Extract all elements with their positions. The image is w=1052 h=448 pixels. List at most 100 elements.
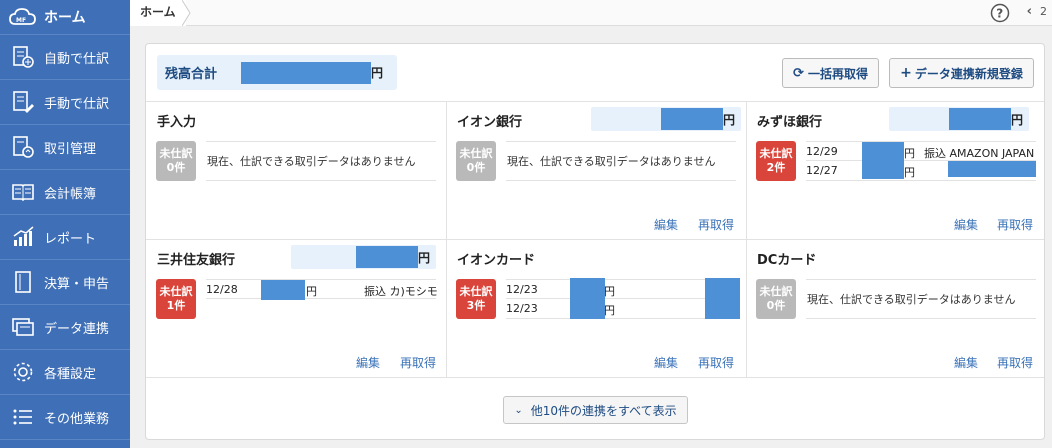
sidebar-home-label: ホーム bbox=[44, 10, 86, 26]
sidebar-item-report[interactable]: レポート bbox=[0, 215, 130, 260]
sidebar-item-label: データ連携 bbox=[44, 321, 110, 337]
empty-message: 現在、仕訳できる取引データはありません bbox=[206, 141, 436, 181]
badge-label: 未仕訳 bbox=[459, 285, 493, 298]
transaction-row[interactable]: 12/27 円 bbox=[806, 159, 1036, 181]
account-balance: 円 bbox=[591, 107, 741, 131]
yen-unit: 円 bbox=[306, 285, 317, 298]
sidebar-item-transactions[interactable]: 取引管理 bbox=[0, 125, 130, 170]
badge-label: 未仕訳 bbox=[759, 147, 793, 160]
yen-unit: 円 bbox=[904, 166, 915, 179]
tx-date: 12/27 bbox=[806, 164, 838, 177]
new-data-link-button[interactable]: + データ連携新規登録 bbox=[889, 58, 1034, 88]
yen-unit: 円 bbox=[604, 285, 615, 298]
ledger-icon bbox=[10, 179, 36, 205]
transaction-row[interactable]: 12/23 円 bbox=[506, 279, 736, 299]
unjournaled-badge[interactable]: 未仕訳 0件 bbox=[756, 279, 796, 319]
redacted-amount bbox=[660, 108, 723, 130]
sidebar-item-label: 決算・申告 bbox=[44, 276, 110, 292]
account-title: DCカード bbox=[757, 253, 817, 268]
account-card-manual: 手入力 未仕訳 0件 現在、仕訳できる取引データはありません bbox=[146, 101, 446, 239]
settlement-icon bbox=[10, 269, 36, 295]
badge-count: 0件 bbox=[466, 161, 486, 174]
redacted-amount bbox=[261, 280, 305, 300]
breadcrumb[interactable]: ホーム bbox=[130, 0, 186, 26]
refetch-link[interactable]: 再取得 bbox=[698, 354, 734, 371]
tx-date: 12/28 bbox=[206, 283, 238, 296]
unjournaled-badge[interactable]: 未仕訳 2件 bbox=[756, 141, 796, 181]
account-card-aeon-card: イオンカード 未仕訳 3件 12/23 円 12/23 円 編集 再取得 bbox=[446, 239, 746, 377]
refetch-link[interactable]: 再取得 bbox=[997, 216, 1033, 233]
account-panel: 残高合計 円 ⟳ 一括再取得 + データ連携新規登録 手入力 未仕訳 0件 現在… bbox=[145, 43, 1045, 440]
show-all-links-label: 他10件の連携をすべて表示 bbox=[530, 403, 677, 418]
refresh-all-button[interactable]: ⟳ 一括再取得 bbox=[782, 58, 879, 88]
sidebar-item-data-link[interactable]: データ連携 bbox=[0, 305, 130, 350]
data-link-icon bbox=[10, 314, 36, 340]
total-balance: 残高合計 円 bbox=[157, 55, 397, 90]
edit-link[interactable]: 編集 bbox=[356, 354, 380, 371]
sidebar-item-settlement[interactable]: 決算・申告 bbox=[0, 260, 130, 305]
total-balance-label: 残高合計 bbox=[165, 67, 218, 82]
edit-link[interactable]: 編集 bbox=[654, 216, 678, 233]
topbar-nav-text: 2 bbox=[1040, 5, 1047, 18]
refresh-all-label: 一括再取得 bbox=[807, 66, 868, 81]
chevron-left-icon[interactable]: ‹ bbox=[1027, 4, 1032, 19]
yen-unit: 円 bbox=[1010, 112, 1023, 127]
transaction-row[interactable]: 12/29 円 振込 AMAZON JAPAN bbox=[806, 141, 1036, 162]
refetch-link[interactable]: 再取得 bbox=[400, 354, 436, 371]
badge-label: 未仕訳 bbox=[159, 147, 193, 160]
sidebar-item-ledger[interactable]: 会計帳簿 bbox=[0, 170, 130, 215]
sidebar-item-manual-journal[interactable]: 手動で仕訳 bbox=[0, 80, 130, 125]
redacted-amount bbox=[862, 159, 904, 179]
badge-count: 3件 bbox=[466, 299, 486, 312]
transaction-icon bbox=[10, 134, 36, 160]
sidebar-item-other[interactable]: その他業務 bbox=[0, 395, 130, 440]
sidebar-item-label: 手動で仕訳 bbox=[44, 96, 110, 112]
edit-link[interactable]: 編集 bbox=[654, 354, 678, 371]
badge-count: 0件 bbox=[766, 299, 786, 312]
account-title: イオン銀行 bbox=[457, 115, 523, 130]
sidebar-item-settings[interactable]: 各種設定 bbox=[0, 350, 130, 395]
badge-count: 0件 bbox=[166, 161, 186, 174]
transaction-row[interactable]: 12/28 円 振込 カ)モシモ bbox=[206, 279, 438, 300]
unjournaled-badge[interactable]: 未仕訳 0件 bbox=[156, 141, 196, 181]
empty-message: 現在、仕訳できる取引データはありません bbox=[806, 279, 1036, 319]
show-all-links-button[interactable]: ⌄ 他10件の連携をすべて表示 bbox=[503, 396, 688, 424]
badge-label: 未仕訳 bbox=[759, 285, 793, 298]
edit-link[interactable]: 編集 bbox=[954, 354, 978, 371]
sidebar-item-label: その他業務 bbox=[44, 411, 110, 427]
refetch-link[interactable]: 再取得 bbox=[997, 354, 1033, 371]
gear-icon bbox=[10, 359, 36, 385]
badge-count: 1件 bbox=[166, 299, 186, 312]
help-icon[interactable]: ? bbox=[990, 3, 1010, 23]
account-card-dc-card: DCカード 未仕訳 0件 現在、仕訳できる取引データはありません 編集 再取得 bbox=[746, 239, 1046, 377]
account-balance: 円 bbox=[291, 245, 436, 269]
redacted-description bbox=[705, 278, 740, 319]
sidebar: MF ホーム 自動で仕訳 手動で仕訳 取引管理 会計帳簿 レポート 決算・申告 … bbox=[0, 0, 130, 448]
svg-text:MF: MF bbox=[16, 17, 26, 24]
sidebar-home[interactable]: MF ホーム bbox=[0, 0, 130, 35]
yen-unit: 円 bbox=[904, 147, 915, 160]
divider bbox=[146, 377, 1044, 378]
badge-label: 未仕訳 bbox=[459, 147, 493, 160]
unjournaled-badge[interactable]: 未仕訳 3件 bbox=[456, 279, 496, 319]
unjournaled-badge[interactable]: 未仕訳 1件 bbox=[156, 279, 196, 319]
sidebar-item-label: レポート bbox=[44, 231, 97, 247]
refresh-icon: ⟳ bbox=[793, 65, 804, 81]
refetch-link[interactable]: 再取得 bbox=[698, 216, 734, 233]
sidebar-item-label: 取引管理 bbox=[44, 141, 97, 157]
plus-icon: + bbox=[900, 65, 912, 81]
tx-date: 12/23 bbox=[506, 283, 538, 296]
new-data-link-label: データ連携新規登録 bbox=[914, 66, 1023, 81]
edit-link[interactable]: 編集 bbox=[954, 216, 978, 233]
sidebar-item-auto-journal[interactable]: 自動で仕訳 bbox=[0, 35, 130, 80]
transaction-row[interactable]: 12/23 円 bbox=[506, 299, 736, 319]
svg-text:?: ? bbox=[996, 7, 1003, 21]
unjournaled-badge[interactable]: 未仕訳 0件 bbox=[456, 141, 496, 181]
sidebar-item-label: 自動で仕訳 bbox=[44, 51, 110, 67]
account-card-smbc: 三井住友銀行 円 未仕訳 1件 12/28 円 振込 カ)モシモ 編集 再取得 bbox=[146, 239, 446, 377]
tx-description: 振込 AMAZON JAPAN bbox=[924, 147, 1035, 160]
redacted-amount bbox=[355, 246, 418, 268]
account-balance: 円 bbox=[889, 107, 1029, 131]
sidebar-item-label: 会計帳簿 bbox=[44, 186, 97, 202]
redacted-amount bbox=[570, 278, 605, 319]
